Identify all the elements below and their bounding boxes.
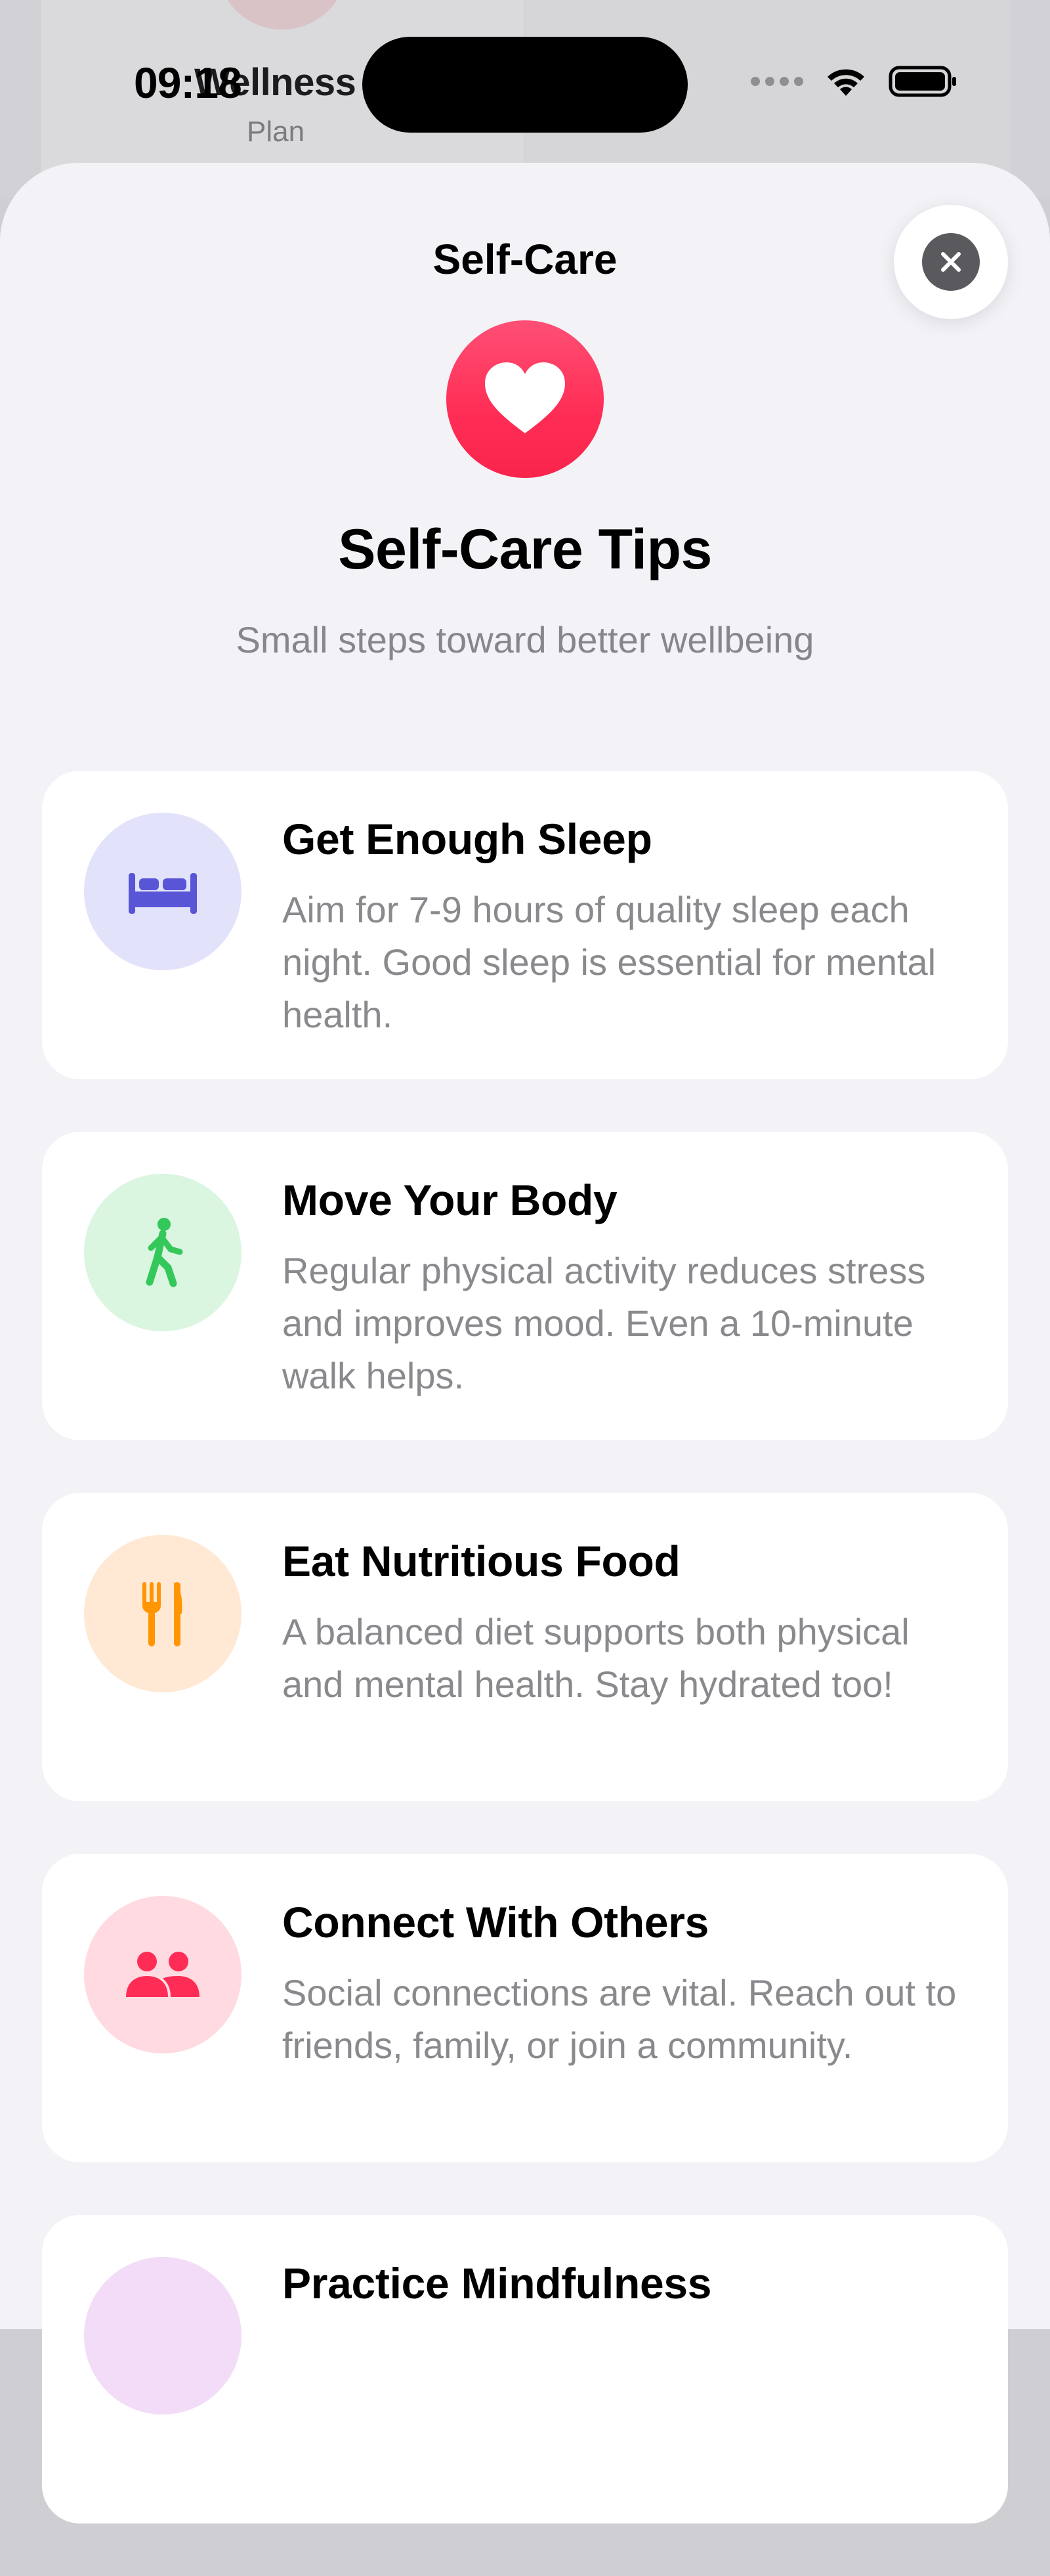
tip-card-mindfulness: Practice Mindfulness bbox=[42, 2215, 1008, 2523]
hero-title: Self-Care Tips bbox=[338, 518, 712, 581]
close-icon bbox=[922, 233, 980, 291]
tip-title: Practice Mindfulness bbox=[282, 2259, 712, 2308]
tip-title: Get Enough Sleep bbox=[282, 815, 652, 863]
hero-subtitle: Small steps toward better wellbeing bbox=[236, 619, 814, 660]
tip-description: A balanced diet supports both physical a… bbox=[282, 1611, 910, 1705]
tip-card-sleep: Get Enough Sleep Aim for 7-9 hours of qu… bbox=[42, 771, 1008, 1079]
battery-icon bbox=[889, 66, 956, 97]
dynamic-island bbox=[362, 37, 688, 133]
heart-icon bbox=[446, 320, 604, 478]
status-time: 09:18 bbox=[134, 58, 242, 107]
tip-card-connect: Connect With Others Social connections a… bbox=[42, 1854, 1008, 2162]
tip-list: Get Enough Sleep Aim for 7-9 hours of qu… bbox=[42, 771, 1008, 2576]
wifi-icon bbox=[828, 69, 864, 96]
close-button[interactable] bbox=[894, 205, 1008, 319]
cellular-signal-icon bbox=[751, 77, 803, 86]
tip-title: Eat Nutritious Food bbox=[282, 1537, 681, 1585]
background-page-subtitle: Plan bbox=[247, 116, 305, 148]
bed-icon bbox=[84, 813, 242, 970]
fork-knife-icon bbox=[84, 1535, 242, 1692]
status-bar-indicators bbox=[751, 64, 958, 98]
tip-description: Aim for 7-9 hours of quality sleep each … bbox=[282, 889, 936, 1035]
tip-card-move: Move Your Body Regular physical activity… bbox=[42, 1132, 1008, 1440]
tip-card-food: Eat Nutritious Food A balanced diet supp… bbox=[42, 1493, 1008, 1801]
sheet-title: Self-Care bbox=[432, 236, 618, 283]
self-care-sheet: Self-Care Self-Care Tips Small steps tow… bbox=[0, 163, 1050, 2523]
tip-title: Connect With Others bbox=[282, 1898, 709, 1946]
mindfulness-icon bbox=[84, 2257, 242, 2415]
walking-figure-icon bbox=[84, 1174, 242, 1331]
tip-description: Regular physical activity reduces stress… bbox=[282, 1250, 926, 1396]
people-icon bbox=[84, 1896, 242, 2053]
tip-description: Social connections are vital. Reach out … bbox=[282, 1972, 957, 2066]
tip-title: Move Your Body bbox=[282, 1176, 618, 1224]
